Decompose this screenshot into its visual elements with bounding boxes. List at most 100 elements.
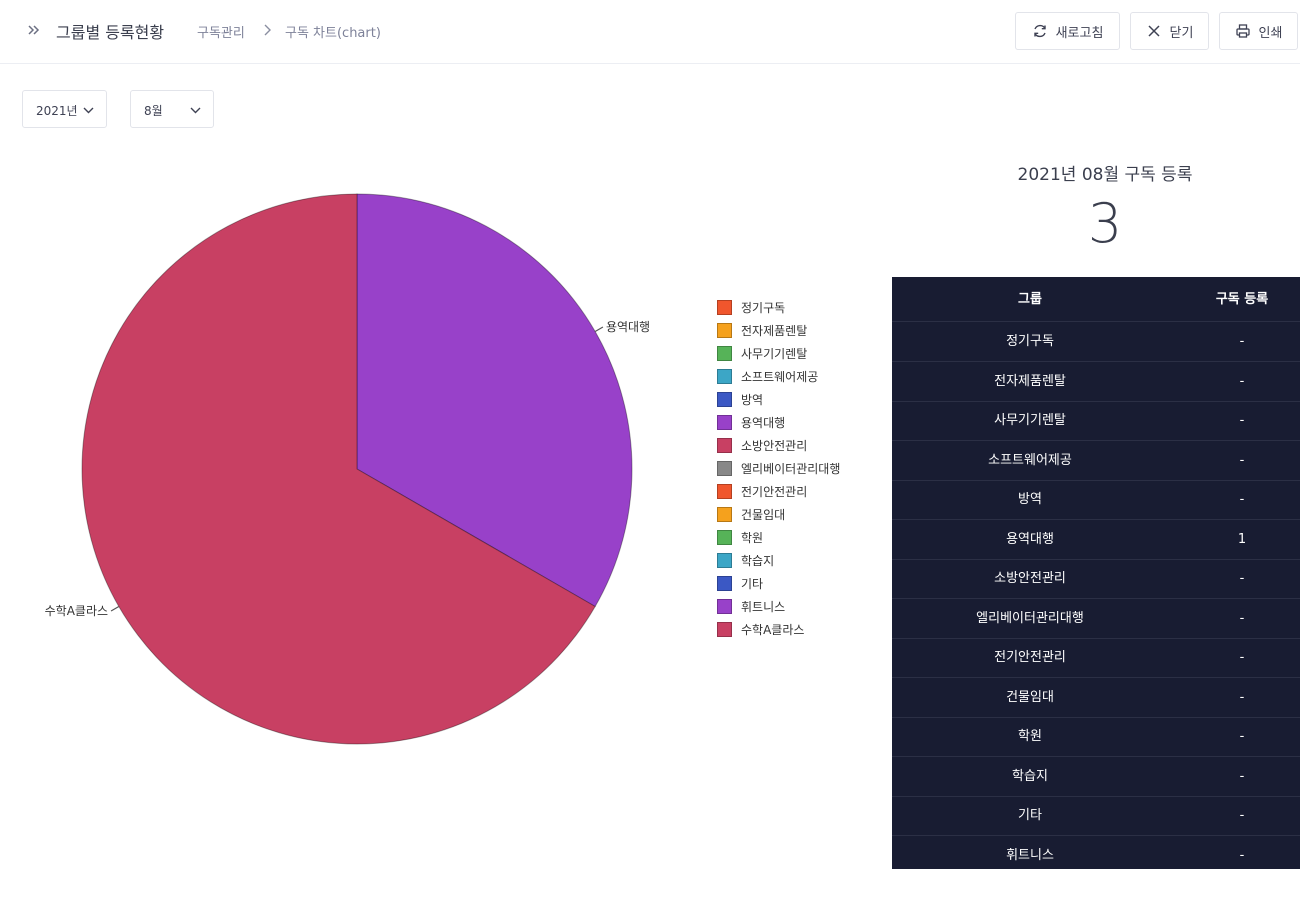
legend-label: 방역 [741, 392, 764, 407]
legend-label: 휘트니스 [741, 599, 786, 614]
legend-item[interactable]: 방역 [717, 390, 763, 408]
legend-label: 기타 [741, 576, 764, 591]
legend-swatch [717, 552, 732, 568]
legend-label: 전기안전관리 [741, 484, 808, 499]
legend-swatch [717, 506, 732, 522]
legend-item[interactable]: 엘리베이터관리대행 [717, 459, 840, 477]
group-cell: 전자제품렌탈 [994, 373, 1066, 389]
legend-item[interactable]: 전기안전관리 [717, 482, 807, 500]
count-cell: - [1239, 650, 1245, 665]
legend-swatch [717, 299, 732, 315]
group-cell: 엘리베이터관리대행 [976, 610, 1084, 626]
breadcrumb-item[interactable]: 구독관리 [197, 22, 245, 41]
count-cell: - [1239, 452, 1245, 468]
legend-item[interactable]: 건물임대 [717, 505, 785, 523]
year-select-value: 2021년 [36, 104, 78, 118]
legend-item[interactable]: 소방안전관리 [717, 436, 807, 454]
breadcrumb-item[interactable]: 구독 차트(chart) [285, 22, 381, 41]
legend-label: 엘리베이터관리대행 [741, 461, 841, 476]
legend-label: 용역대행 [741, 415, 786, 430]
column-header-group: 그룹 [1018, 292, 1042, 307]
slice-label: 용역대행 [606, 319, 650, 334]
legend-label: 소방안전관리 [741, 438, 808, 453]
group-cell: 건물임대 [1006, 689, 1054, 705]
printer-icon [1235, 24, 1250, 38]
group-cell: 휘트니스 [1006, 847, 1054, 863]
table-row: 건물임대 - [892, 678, 1300, 718]
legend-item[interactable]: 용역대행 [717, 413, 785, 431]
legend-label: 전자제품렌탈 [741, 323, 808, 338]
table-row: 소방안전관리 - [892, 559, 1300, 599]
column-header-count: 구독 등록 [1215, 292, 1269, 307]
legend-item[interactable]: 정기구독 [717, 298, 785, 316]
page-title: 그룹별 등록현황 [56, 23, 165, 42]
count-cell: - [1239, 492, 1245, 507]
close-icon [1148, 25, 1160, 37]
print-label: 인쇄 [1258, 25, 1283, 41]
count-cell: - [1239, 373, 1245, 389]
chevron-down-icon [190, 107, 201, 114]
count-cell: - [1239, 571, 1245, 586]
legend-item[interactable]: 학습지 [717, 551, 774, 569]
group-cell: 소방안전관리 [994, 571, 1066, 586]
legend-item[interactable]: 기타 [717, 574, 763, 592]
legend-label: 사무기기렌탈 [741, 346, 808, 361]
table-row: 기타 - [892, 796, 1300, 836]
legend-item[interactable]: 학원 [717, 528, 763, 546]
group-cell: 기타 [1018, 808, 1042, 823]
count-cell: - [1239, 689, 1245, 705]
legend-label: 정기구독 [741, 300, 786, 315]
slice-label-leader [594, 326, 604, 333]
legend-swatch [717, 437, 732, 453]
refresh-icon [1033, 24, 1046, 38]
legend-swatch [717, 575, 732, 591]
table-row: 용역대행 1 [892, 520, 1300, 560]
legend-swatch [717, 460, 732, 476]
chevron-right-icon [264, 24, 271, 36]
group-cell: 사무기기렌탈 [994, 413, 1066, 428]
count-cell: - [1239, 729, 1245, 744]
table-row: 휘트니스 - [892, 836, 1300, 870]
print-button[interactable]: 인쇄 [1219, 12, 1298, 50]
close-button[interactable]: 닫기 [1130, 12, 1209, 50]
slice-label: 수학A클라스 [45, 604, 108, 618]
count-cell: - [1239, 610, 1245, 626]
group-cell: 소프트웨어제공 [988, 452, 1072, 468]
table-row: 학원 - [892, 717, 1300, 757]
group-cell: 정기구독 [1006, 334, 1054, 349]
count-cell: - [1239, 768, 1245, 784]
count-cell: 1 [1237, 531, 1247, 547]
table-row: 전기안전관리 - [892, 638, 1300, 678]
refresh-label: 새로고침 [1055, 25, 1104, 41]
legend-item[interactable]: 소프트웨어제공 [717, 367, 818, 385]
group-cell: 학원 [1018, 729, 1042, 744]
legend-label: 학습지 [741, 553, 775, 568]
chevron-down-icon [83, 107, 94, 114]
table-row: 사무기기렌탈 - [892, 401, 1300, 441]
table-row: 정기구독 - [892, 322, 1300, 362]
legend-item[interactable]: 휘트니스 [717, 597, 785, 615]
pie-chart: 용역대행수학A클라스 [45, 193, 650, 745]
group-cell: 용역대행 [1006, 531, 1054, 547]
legend-swatch [717, 621, 732, 637]
summary-value: 3 [1087, 192, 1123, 255]
legend-swatch [717, 368, 732, 384]
group-cell: 학습지 [1012, 768, 1048, 784]
count-cell: - [1239, 808, 1245, 823]
month-select[interactable]: 8월 [130, 90, 214, 128]
legend-label: 소프트웨어제공 [741, 369, 819, 384]
legend-item[interactable]: 수학A클라스 [717, 620, 804, 638]
double-chevron-right-icon[interactable] [24, 20, 44, 40]
legend-swatch [717, 345, 732, 361]
legend-item[interactable]: 전자제품렌탈 [717, 321, 807, 339]
legend-item[interactable]: 사무기기렌탈 [717, 344, 807, 362]
refresh-button[interactable]: 새로고침 [1015, 12, 1120, 50]
table-header: 그룹 구독 등록 [892, 277, 1300, 322]
year-select[interactable]: 2021년 [22, 90, 107, 128]
slice-label-leader [110, 605, 120, 612]
count-cell: - [1239, 847, 1245, 863]
legend-label: 수학A클라스 [741, 622, 805, 637]
group-cell: 방역 [1018, 492, 1042, 507]
group-cell: 전기안전관리 [994, 650, 1066, 665]
table-row: 전자제품렌탈 - [892, 362, 1300, 402]
